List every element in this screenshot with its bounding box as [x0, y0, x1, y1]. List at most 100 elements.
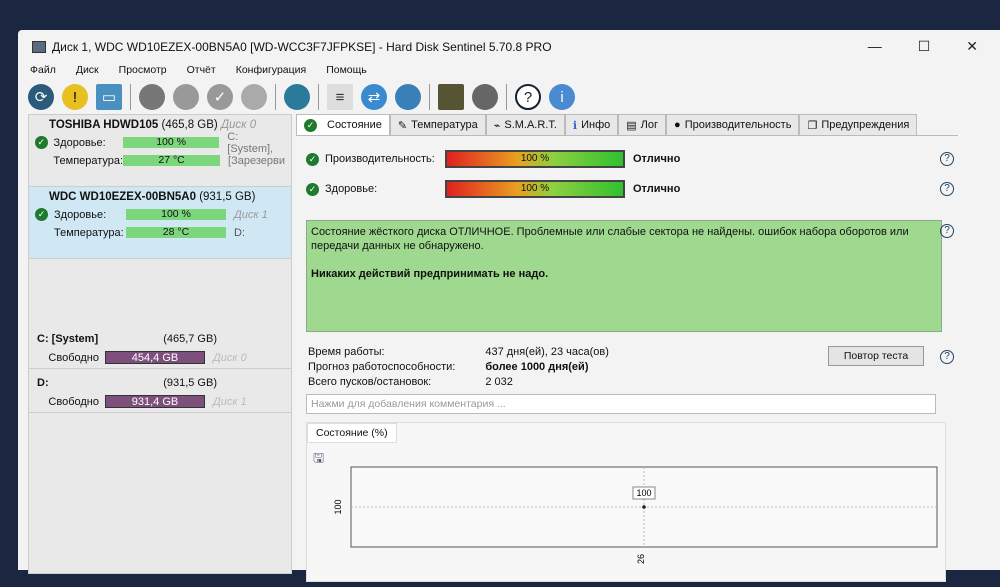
partition-item[interactable]: D: (931,5 GB) Свободно 931,4 GB Диск 1 — [29, 373, 291, 413]
disk-name: TOSHIBA HDWD105 — [49, 119, 159, 131]
meter-bar: 100 % — [445, 150, 625, 168]
free-label: Свободно — [48, 351, 99, 364]
help-icon[interactable]: ? — [940, 182, 954, 196]
disk-schedule-icon[interactable] — [173, 84, 199, 110]
disk-item[interactable]: TOSHIBA HDWD105 (465,8 GB) Диск 0 ✓ Здоро… — [29, 115, 291, 187]
disk-search-icon[interactable] — [241, 84, 267, 110]
menu-disk[interactable]: Диск — [76, 64, 99, 76]
y-tick-label: 100 — [333, 499, 343, 514]
health-bar: 100 % — [122, 137, 220, 148]
alert-icon[interactable]: ! — [62, 84, 88, 110]
info-value: более 1000 дня(ей) — [485, 361, 589, 373]
info-key: Время работы: — [308, 346, 385, 358]
info-value: 2 032 — [485, 376, 513, 388]
menu-report[interactable]: Отчёт — [187, 64, 216, 76]
help-icon[interactable]: ? — [940, 152, 954, 166]
free-bar: 931,4 GB — [105, 395, 205, 408]
tab-warnings[interactable]: ❐ Предупреждения — [799, 114, 918, 135]
menu-config[interactable]: Конфигурация — [236, 64, 306, 76]
network-icon[interactable] — [395, 84, 421, 110]
maximize-button[interactable]: ☐ — [918, 38, 931, 55]
tab-bar: ✓ Состояние ✎ Температура ⌁ S.M.A.R.T. ℹ Инф… — [296, 114, 958, 136]
menu-help[interactable]: Помощь — [326, 64, 367, 76]
disk-tool-icon[interactable] — [139, 84, 165, 110]
meter-rating: Отлично — [633, 153, 681, 165]
sync-icon[interactable]: ⇄ — [361, 84, 387, 110]
health-label: Здоровье: — [53, 136, 106, 149]
info-table: Время работы: 437 дня(ей), 23 часа(ов) Пр… — [306, 344, 639, 391]
disk-number: Диск 1 — [234, 208, 268, 221]
retest-button[interactable]: Повтор теста — [828, 346, 924, 366]
minimize-button[interactable]: — — [868, 38, 882, 55]
tab-status[interactable]: ✓ Состояние — [296, 114, 390, 135]
help-icon[interactable]: ? — [940, 224, 954, 238]
status-message: Состояние жёсткого диска ОТЛИЧНОЕ. Пробл… — [306, 220, 942, 332]
report-icon[interactable]: ≡ — [327, 84, 353, 110]
network-disk-icon[interactable] — [284, 84, 310, 110]
partition-size: (931,5 GB) — [163, 377, 217, 389]
partition-size: (465,7 GB) — [163, 333, 217, 345]
disk-number: Диск 0 — [213, 351, 247, 364]
check-icon: ✓ — [306, 152, 319, 166]
disk-number: Диск 0 — [220, 119, 257, 131]
performance-meter: ✓ Производительность: 100 % Отлично? — [306, 150, 956, 168]
refresh-icon[interactable]: ⟳ — [28, 84, 54, 110]
thermometer-icon: ✎ — [397, 119, 408, 132]
comment-input[interactable]: Нажми для добавления комментария ... — [306, 394, 936, 414]
chart-tab[interactable]: Состояние (%) — [307, 423, 397, 443]
volume-label: D: — [234, 226, 245, 239]
partition-item[interactable]: C: [System] (465,7 GB) Свободно 454,4 GB Ди… — [29, 329, 291, 369]
meter-label: Производительность: — [325, 153, 435, 165]
info-key: Всего пусков/остановок: — [308, 376, 432, 388]
disk-check-icon[interactable]: ✓ — [207, 84, 233, 110]
monitor-icon[interactable] — [438, 84, 464, 110]
tab-smart[interactable]: ⌁ S.M.A.R.T. — [485, 114, 565, 135]
check-icon: ✓ — [35, 208, 48, 221]
health-meter: ✓ Здоровье: 100 % Отлично? — [306, 180, 956, 198]
disk-icon: ⌁ — [493, 119, 501, 132]
log-icon: ▤ — [626, 119, 637, 132]
data-point — [642, 505, 646, 509]
menu-view[interactable]: Просмотр — [119, 64, 167, 76]
tab-performance[interactable]: ● Производительность — [666, 114, 800, 135]
health-bar: 100 % — [126, 209, 226, 220]
chart-plot: 100 100 26 — [333, 466, 938, 564]
tab-label: S.M.A.R.T. — [504, 119, 557, 131]
sound-icon[interactable] — [472, 84, 498, 110]
check-icon: ✓ — [306, 182, 319, 196]
tab-temperature[interactable]: ✎ Температура — [389, 114, 486, 135]
info-icon[interactable]: i — [549, 84, 575, 110]
partition-name: D: — [37, 377, 49, 389]
menu-bar: Файл Диск Просмотр Отчёт Конфигурация По… — [30, 64, 367, 76]
check-icon: ✓ — [35, 136, 48, 149]
status-chart: Состояние (%) 🖫 100 100 26 — [306, 422, 946, 582]
tab-info[interactable]: ℹ Инфо — [564, 114, 619, 135]
title-bar: Диск 1, WDC WD10EZEX-00BN5A0 [WD-WCC3F7J… — [32, 40, 552, 54]
info-key: Прогноз работоспособности: — [308, 361, 456, 373]
check-icon: ✓ — [304, 118, 317, 132]
help-icon[interactable]: ? — [940, 350, 954, 364]
disk-item-selected[interactable]: WDC WD10EZEX-00BN5A0 (931,5 GB) ✓ Здоровь… — [29, 187, 291, 259]
info-icon: ℹ — [572, 119, 578, 132]
x-tick-label: 26 — [636, 554, 646, 564]
close-button[interactable]: ✕ — [966, 38, 978, 55]
app-window: Диск 1, WDC WD10EZEX-00BN5A0 [WD-WCC3F7J… — [18, 30, 1000, 582]
volume-label: [Зарезерви — [228, 154, 285, 167]
tab-label: Инфо — [581, 119, 611, 131]
meter-bar: 100 % — [445, 180, 625, 198]
app-icon — [32, 41, 46, 53]
free-label: Свободно — [48, 395, 99, 408]
disk-icon[interactable]: ▭ — [96, 84, 122, 110]
meter-rating: Отлично — [633, 183, 681, 195]
tab-label: Температура — [411, 119, 478, 131]
window-title: Диск 1, WDC WD10EZEX-00BN5A0 [WD-WCC3F7J… — [52, 40, 552, 54]
health-label: Здоровье: — [54, 208, 107, 221]
tab-label: Производительность — [684, 119, 792, 131]
toolbar: ⟳ ! ▭ ✓ ≡ ⇄ ? i — [28, 80, 575, 114]
disk-size: (931,5 GB) — [199, 191, 256, 203]
tab-log[interactable]: ▤ Лог — [618, 114, 667, 135]
menu-file[interactable]: Файл — [30, 64, 56, 76]
help-icon[interactable]: ? — [515, 84, 541, 110]
volume-label: C: [System], — [227, 130, 274, 155]
disk-number: Диск 1 — [213, 395, 247, 408]
